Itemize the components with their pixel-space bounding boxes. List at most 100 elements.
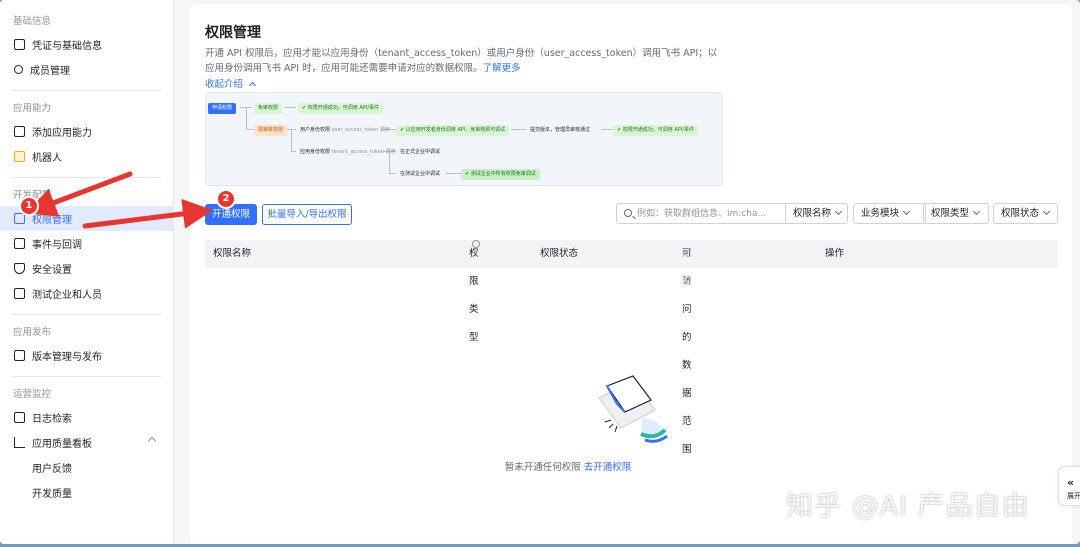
permission-search: 权限名称 [616, 203, 848, 224]
annotation-badge-1: 1 [21, 198, 37, 214]
sidebar-item-label: 机器人 [32, 153, 62, 164]
table-header: 权限名称 权限类型? 权限状态 可访问的数据范围 配置 › 操作 [205, 240, 1058, 455]
search-input[interactable] [637, 206, 783, 221]
search-scope-select[interactable]: 权限名称 [785, 204, 848, 223]
section-title: 应用能力 [13, 103, 52, 114]
section-title: 基础信息 [13, 16, 52, 27]
batch-import-export-button[interactable]: 批量导入/导出权限 [262, 204, 352, 225]
sidebar-item-logs[interactable]: 日志检索 [0, 405, 173, 430]
double-chevron-left-icon: « [1067, 476, 1075, 489]
chevron-up-icon [249, 81, 257, 90]
sidebar-item-test-tenants[interactable]: 测试企业和人员 [0, 281, 173, 306]
chevron-down-icon [834, 207, 843, 216]
divider [12, 376, 161, 377]
test-icon [14, 288, 25, 299]
main-panel: 权限管理 开通 API 权限后，应用才能以应用身份（tenant_access_… [190, 4, 1072, 544]
filter-label: 权限状态 [1001, 208, 1040, 219]
sidebar-item-quality-board[interactable]: 应用质量看板 [0, 430, 173, 455]
empty-state-illustration [598, 375, 668, 443]
collapse-label: 收起介绍 [205, 79, 244, 90]
sidebar-item-label: 日志检索 [32, 414, 72, 425]
flow-node-test-tip-2: ✔ 测试企业中所有权限免审调试 [461, 169, 540, 180]
side-tab-label: 展开 [1067, 492, 1080, 500]
sidebar-item-label: 应用质量看板 [32, 439, 92, 450]
robot-icon [14, 151, 25, 162]
collapse-intro-link[interactable]: 收起介绍 [205, 76, 257, 90]
section-title: 运营监控 [13, 389, 52, 400]
sidebar-item-add-capability[interactable]: 添加应用能力 [0, 119, 173, 144]
expand-side-panel-tab[interactable]: « 展开 [1058, 466, 1080, 506]
event-icon [14, 238, 25, 249]
flow-node-user-identity: 用户身份权限 user_access_token 调用 [300, 127, 390, 133]
sidebar-item-versions[interactable]: 版本管理与发布 [0, 343, 173, 368]
app-window: 基础信息 凭证与基础信息 成员管理 应用能力 添加应用能力 机器人 开发配置 权… [0, 0, 1080, 544]
flow-node-apply: 申请权限 [208, 103, 237, 114]
go-open-permission-link[interactable]: 去开通权限 [584, 462, 632, 473]
column-header-name: 权限名称 [213, 248, 252, 259]
lock-icon [14, 213, 25, 224]
sidebar-item-label: 凭证与基础信息 [32, 41, 102, 52]
flow-node-test-tip: ✔ 以应用开发者身份调用 API，免审核即可调试 [396, 125, 510, 136]
flow-node-need-review: 需审核权限 [254, 125, 288, 136]
chevron-up-icon[interactable] [147, 436, 157, 446]
sidebar-item-label: 事件与回调 [32, 240, 82, 251]
flow-node-test-debug: 在测试企业中调试 [400, 171, 441, 177]
permission-flow-diagram: 申请权限 免审权限 ✔ 权限开通成功，可调用 API/事件 需审核权限 用户身份… [205, 92, 723, 186]
sidebar-item-label: 版本管理与发布 [32, 352, 102, 363]
help-icon[interactable]: ? [472, 240, 480, 258]
divider [12, 177, 161, 178]
watermark: 知乎 @AI 产品自由 [786, 491, 1030, 522]
sidebar-item-label: 成员管理 [30, 66, 70, 77]
sidebar-item-events[interactable]: 事件与回调 [0, 231, 173, 256]
search-icon [624, 209, 632, 217]
flow-node-no-review: 免审权限 [254, 103, 283, 114]
sidebar-item-label: 安全设置 [32, 265, 72, 276]
empty-text: 暂未开通任何权限 [504, 462, 581, 473]
sidebar-item-label: 测试企业和人员 [32, 290, 102, 301]
shield-icon [14, 263, 25, 274]
annotation-badge-2: 2 [218, 191, 234, 207]
filter-permission-status[interactable]: 权限状态 [993, 203, 1058, 224]
chevron-down-icon [972, 207, 981, 216]
empty-state-message: 暂未开通任何权限 去开通权限 [190, 459, 946, 473]
chevron-down-icon [1042, 207, 1051, 216]
filter-module[interactable]: 业务模块 [853, 203, 926, 224]
flow-node-app-identity: 应用身份权限 tenant_access_token 调用 [300, 149, 396, 155]
page-description: 开通 API 权限后，应用才能以应用身份（tenant_access_token… [205, 46, 725, 76]
sidebar-item-label: 添加应用能力 [32, 128, 92, 139]
flow-node-submit: 提交版本，管理员审核通过 [530, 127, 591, 133]
page-title: 权限管理 [205, 25, 261, 41]
sidebar-item-label: 用户反馈 [32, 464, 72, 475]
flow-node-granted-2: ✔ 权限开通成功，可调用 API/事件 [613, 125, 698, 136]
flow-node-formal-debug: 在正式企业中调试 [400, 149, 441, 155]
user-icon [14, 65, 23, 74]
learn-more-link[interactable]: 了解更多 [483, 63, 521, 74]
scope-config-link[interactable]: 配置 › [682, 240, 692, 287]
filter-label: 权限类型 [931, 208, 970, 219]
sidebar-item-robot[interactable]: 机器人 [0, 144, 173, 169]
filter-permission-type[interactable]: 权限类型 [923, 203, 989, 224]
grid-plus-icon [14, 126, 25, 137]
flow-node-granted: ✔ 权限开通成功，可调用 API/事件 [298, 103, 383, 114]
column-header-actions: 操作 [825, 248, 845, 259]
sidebar-item-security[interactable]: 安全设置 [0, 256, 173, 281]
sidebar-item-user-feedback[interactable]: 用户反馈 [0, 455, 173, 480]
divider [12, 314, 161, 315]
search-scope-label: 权限名称 [793, 208, 832, 219]
sidebar-item-credentials[interactable]: 凭证与基础信息 [0, 32, 173, 57]
log-icon [14, 412, 25, 423]
upload-icon [14, 350, 25, 361]
sidebar: 基础信息 凭证与基础信息 成员管理 应用能力 添加应用能力 机器人 开发配置 权… [0, 0, 174, 544]
column-header-status: 权限状态 [540, 248, 579, 259]
bar-chart-icon [14, 437, 25, 448]
sidebar-item-members[interactable]: 成员管理 [0, 57, 173, 82]
sidebar-item-label: 开发质量 [32, 489, 72, 500]
sidebar-item-label: 权限管理 [32, 215, 72, 226]
open-permission-button[interactable]: 开通权限 [205, 204, 257, 225]
chevron-down-icon [902, 207, 911, 216]
section-title: 应用发布 [13, 327, 52, 338]
sidebar-item-dev-quality[interactable]: 开发质量 [0, 480, 173, 505]
id-card-icon [14, 39, 25, 50]
description-text: 开通 API 权限后，应用才能以应用身份（tenant_access_token… [205, 48, 718, 74]
filter-label: 业务模块 [861, 208, 900, 219]
